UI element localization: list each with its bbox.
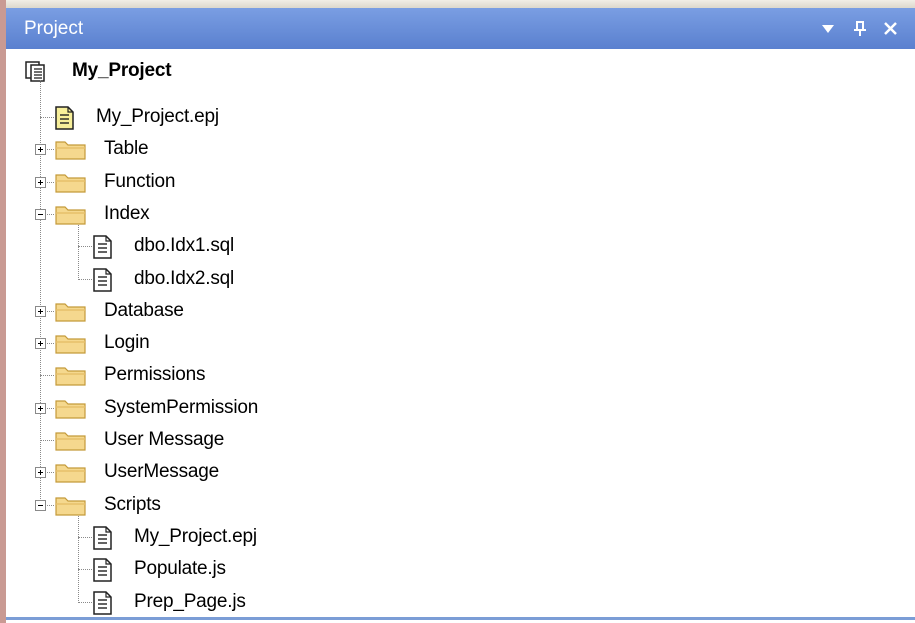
chevron-down-icon — [822, 25, 834, 33]
collapse-toggle[interactable] — [35, 208, 46, 220]
tree-folder-systempermission[interactable]: SystemPermission — [54, 393, 314, 423]
tree-connector-line — [40, 440, 54, 441]
tree-connector-line — [78, 569, 92, 571]
tree-folder-function[interactable]: Function — [54, 167, 314, 197]
minus-icon — [38, 504, 43, 506]
panel-left-border — [0, 0, 6, 623]
folder-icon — [55, 206, 86, 225]
dropdown-button[interactable] — [816, 13, 840, 43]
tree-connector-line — [78, 601, 92, 603]
tree-connector-line — [40, 375, 54, 377]
document-icon — [93, 590, 112, 615]
expand-toggle[interactable] — [35, 338, 46, 350]
folder-icon — [55, 464, 86, 483]
document-icon — [93, 558, 112, 582]
tree-file-prep-page-js[interactable]: Prep_Page.js — [92, 587, 352, 617]
plus-icon — [38, 341, 43, 347]
expand-toggle[interactable] — [35, 176, 46, 188]
plus-icon — [38, 470, 43, 476]
tree-item-label: Populate.js — [134, 558, 226, 580]
tree-connector-line — [40, 117, 54, 118]
panel-bottom-border — [6, 617, 915, 620]
plus-icon — [38, 308, 43, 314]
expand-toggle[interactable] — [35, 467, 46, 479]
tree-item-label: Login — [104, 332, 150, 354]
expand-toggle[interactable] — [35, 402, 46, 414]
tree-item-label: User Message — [104, 429, 225, 450]
tree-item-label: Table — [104, 138, 149, 160]
document-icon — [93, 267, 112, 292]
folder-icon — [55, 400, 86, 419]
tree-connector-line — [78, 222, 79, 279]
tree-connector-line — [78, 536, 92, 538]
project-file-icon — [55, 106, 74, 130]
tree-folder-user-message[interactable]: User Message — [54, 425, 314, 455]
tree-folder-scripts[interactable]: Scripts — [54, 490, 314, 520]
tree-connector-line — [78, 513, 79, 602]
plus-icon — [38, 405, 43, 411]
tree-item-label: Prep_Page.js — [134, 590, 246, 612]
panel-top-strip — [0, 0, 915, 8]
tree-folder-permissions[interactable]: Permissions — [54, 360, 314, 390]
pin-button[interactable] — [848, 13, 872, 43]
tree-file-my-project-epj[interactable]: My_Project.epj — [54, 102, 314, 132]
folder-icon — [55, 335, 86, 354]
pin-icon — [854, 21, 866, 36]
tree-item-label: UserMessage — [104, 461, 220, 483]
project-icon — [25, 61, 45, 82]
folder-icon — [55, 173, 86, 193]
tree-file-dbo-idx1-sql[interactable]: dbo.Idx1.sql — [92, 231, 352, 261]
tree-item-label: My_Project.epj — [96, 106, 219, 127]
document-icon — [93, 235, 112, 259]
plus-icon — [38, 147, 43, 153]
tree-item-label: Scripts — [104, 493, 161, 515]
tree-item-label: SystemPermission — [104, 396, 259, 418]
folder-icon — [55, 496, 86, 516]
tree-item-label: Function — [104, 170, 176, 192]
tree-file-my-project-epj[interactable]: My_Project.epj — [92, 522, 352, 552]
minus-icon — [38, 213, 43, 215]
tree-file-populate-js[interactable]: Populate.js — [92, 554, 352, 584]
tree-connector-line — [78, 278, 92, 280]
tree-root-label: My_Project — [72, 60, 172, 81]
folder-icon — [55, 432, 86, 451]
close-icon — [884, 22, 897, 35]
folder-icon — [55, 367, 86, 386]
tree-folder-database[interactable]: Database — [54, 296, 314, 326]
expand-toggle[interactable] — [35, 144, 46, 156]
document-icon — [93, 526, 112, 550]
tree-item-label: Permissions — [104, 364, 206, 386]
tree-file-dbo-idx2-sql[interactable]: dbo.Idx2.sql — [92, 264, 352, 294]
panel-title: Project — [24, 18, 84, 39]
tree-folder-login[interactable]: Login — [54, 328, 314, 358]
panel-titlebar[interactable]: Project — [6, 8, 915, 49]
tree-folder-index[interactable]: Index — [54, 199, 314, 229]
tree-folder-usermessage[interactable]: UserMessage — [54, 457, 314, 487]
collapse-toggle[interactable] — [35, 499, 46, 511]
close-button[interactable] — [879, 13, 903, 43]
tree-root-my-project[interactable]: My_Project — [22, 56, 212, 86]
tree-item-label: dbo.Idx1.sql — [134, 235, 235, 257]
tree-item-label: Index — [104, 202, 150, 224]
project-panel: Project My_Project My_Project.epj Table … — [0, 0, 915, 623]
expand-toggle[interactable] — [35, 305, 46, 317]
folder-icon — [55, 303, 86, 322]
tree-item-label: My_Project.epj — [134, 525, 257, 547]
folder-icon — [55, 141, 86, 160]
plus-icon — [38, 179, 43, 185]
tree-item-label: Database — [104, 299, 184, 321]
tree-folder-table[interactable]: Table — [54, 134, 314, 164]
tree-item-label: dbo.Idx2.sql — [134, 267, 235, 289]
tree-connector-line — [78, 246, 92, 248]
